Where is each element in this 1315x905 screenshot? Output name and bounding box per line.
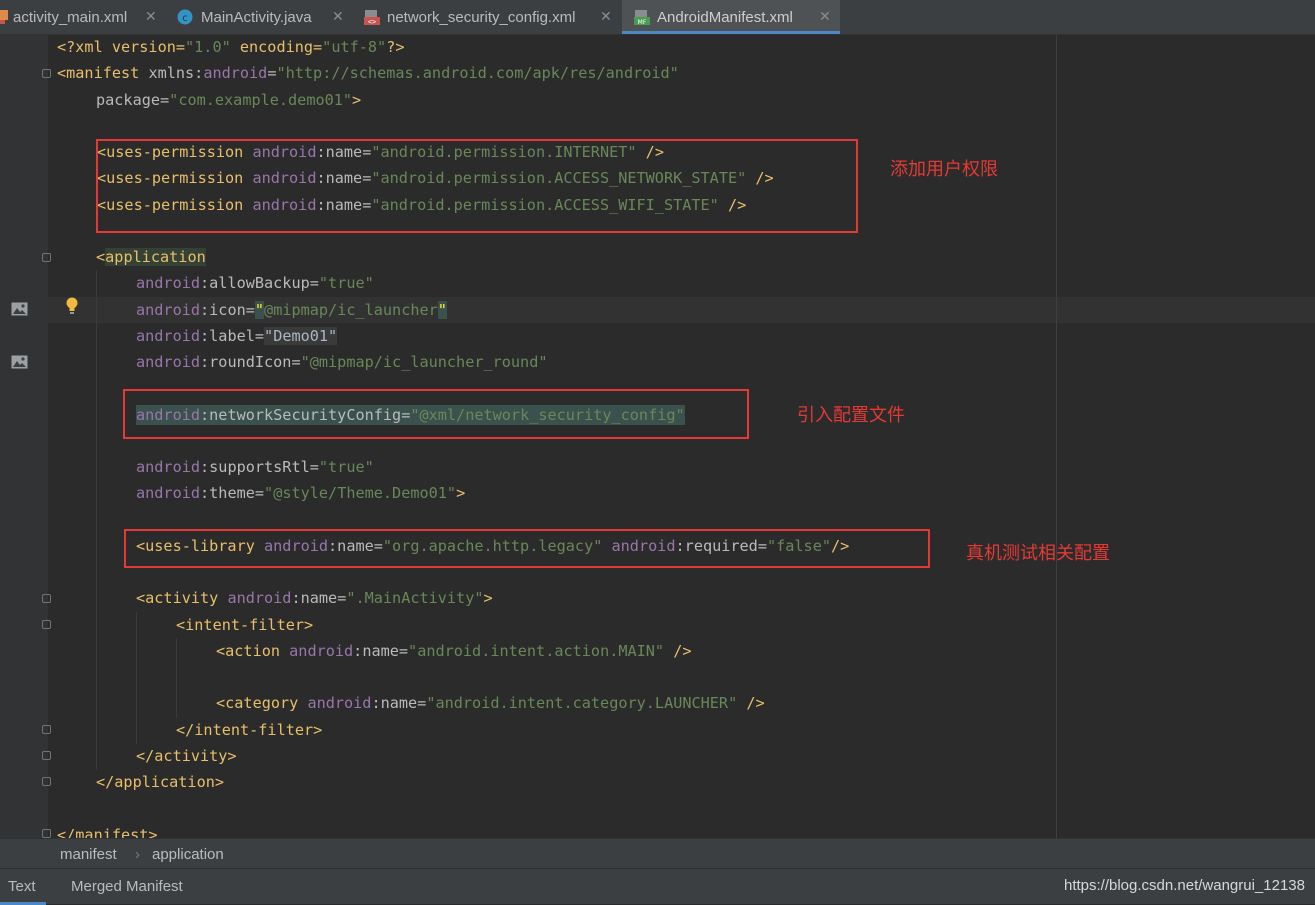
xml-layout-icon (0, 10, 9, 25)
code-line: <action android:name="android.intent.act… (216, 642, 692, 660)
breadcrumb-item-application[interactable]: application (152, 846, 224, 863)
code-line: <?xml version="1.0" encoding="utf-8"?> (57, 38, 405, 56)
code-line: </activity> (136, 747, 237, 765)
library-highlight-box (124, 529, 930, 568)
editor-tab-bar: activity_main.xml ✕ c MainActivity.java … (0, 0, 1315, 35)
tab-label: activity_main.xml (13, 9, 128, 26)
code-line: package="com.example.demo01"> (96, 91, 362, 109)
indent-guide (176, 638, 177, 718)
svg-text:c: c (182, 13, 188, 24)
close-icon[interactable]: ✕ (145, 8, 157, 25)
permissions-highlight-box (96, 139, 858, 233)
code-line: <category android:name="android.intent.c… (216, 694, 765, 712)
code-line: android:icon="@mipmap/ic_launcher" (136, 301, 447, 319)
code-line: android:theme="@style/Theme.Demo01"> (136, 484, 466, 502)
indent-guide (96, 270, 97, 770)
fold-collapse-icon[interactable] (42, 594, 51, 603)
tab-label: network_security_config.xml (387, 9, 576, 26)
fold-expand-icon[interactable] (42, 725, 51, 734)
code-line: android:supportsRtl="true" (136, 458, 374, 476)
code-line: android:label="Demo01" (136, 327, 338, 345)
lightbulb-icon[interactable] (65, 297, 79, 315)
tab-label: AndroidManifest.xml (657, 9, 793, 26)
svg-text:<>: <> (368, 18, 376, 26)
close-icon[interactable]: ✕ (332, 8, 344, 25)
tab-activity-main[interactable]: activity_main.xml ✕ (0, 0, 167, 34)
tab-android-manifest[interactable]: MF AndroidManifest.xml ✕ (622, 0, 840, 34)
indent-guide (136, 612, 137, 744)
tab-label: MainActivity.java (201, 9, 312, 26)
java-class-icon: c (177, 9, 193, 25)
code-line: </intent-filter> (176, 721, 323, 739)
editor-gutter (0, 35, 51, 838)
breadcrumb-item-manifest[interactable]: manifest (60, 846, 117, 863)
annotation-permissions: 添加用户权限 (890, 159, 998, 180)
code-line: </application> (96, 773, 225, 791)
fold-collapse-icon[interactable] (42, 620, 51, 629)
svg-text:MF: MF (638, 19, 647, 26)
right-margin-guide (1056, 35, 1057, 838)
tab-network-security-config[interactable]: <> network_security_config.xml ✕ (355, 0, 622, 34)
fold-expand-icon[interactable] (42, 829, 51, 838)
tab-text[interactable]: Text (0, 878, 45, 905)
bottom-editor-tabs: Text Merged Manifest https://blog.csdn.n… (0, 868, 1315, 905)
code-line: android:allowBackup="true" (136, 274, 374, 292)
tab-merged-manifest[interactable]: Merged Manifest (71, 878, 183, 895)
fold-expand-icon[interactable] (42, 777, 51, 786)
code-line: <application (96, 248, 206, 266)
watermark-text: https://blog.csdn.net/wangrui_12138 (1063, 877, 1305, 894)
manifest-file-icon: MF (634, 10, 650, 26)
code-line: <activity android:name=".MainActivity"> (136, 589, 493, 607)
close-icon[interactable]: ✕ (600, 8, 612, 25)
xml-file-icon: <> (364, 10, 380, 26)
breadcrumb: manifest › application (0, 838, 1315, 869)
code-line: <intent-filter> (176, 616, 314, 634)
image-preview-icon[interactable] (11, 302, 28, 316)
config-highlight-box (123, 389, 749, 439)
fold-collapse-icon[interactable] (42, 253, 51, 262)
code-line: <manifest xmlns:android="http://schemas.… (57, 64, 679, 82)
code-line: </manifest> (57, 826, 158, 838)
fold-collapse-icon[interactable] (42, 69, 51, 78)
breadcrumb-separator: › (135, 846, 140, 863)
annotation-config: 引入配置文件 (797, 405, 905, 426)
fold-expand-icon[interactable] (42, 751, 51, 760)
tab-main-activity[interactable]: c MainActivity.java ✕ (167, 0, 355, 34)
code-line: android:roundIcon="@mipmap/ic_launcher_r… (136, 353, 548, 371)
image-preview-icon[interactable] (11, 355, 28, 369)
close-icon[interactable]: ✕ (819, 8, 831, 25)
annotation-library: 真机测试相关配置 (966, 543, 1110, 564)
